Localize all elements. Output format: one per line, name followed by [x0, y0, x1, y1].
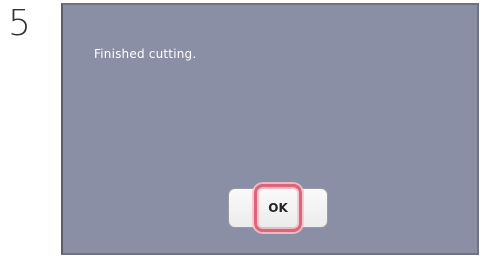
- ok-button-label: OK: [268, 201, 288, 215]
- step-number: 5: [8, 3, 31, 44]
- status-message: Finished cutting.: [94, 47, 197, 61]
- lcd-screen: Finished cutting. OK: [61, 3, 479, 255]
- ok-button[interactable]: OK: [228, 188, 328, 228]
